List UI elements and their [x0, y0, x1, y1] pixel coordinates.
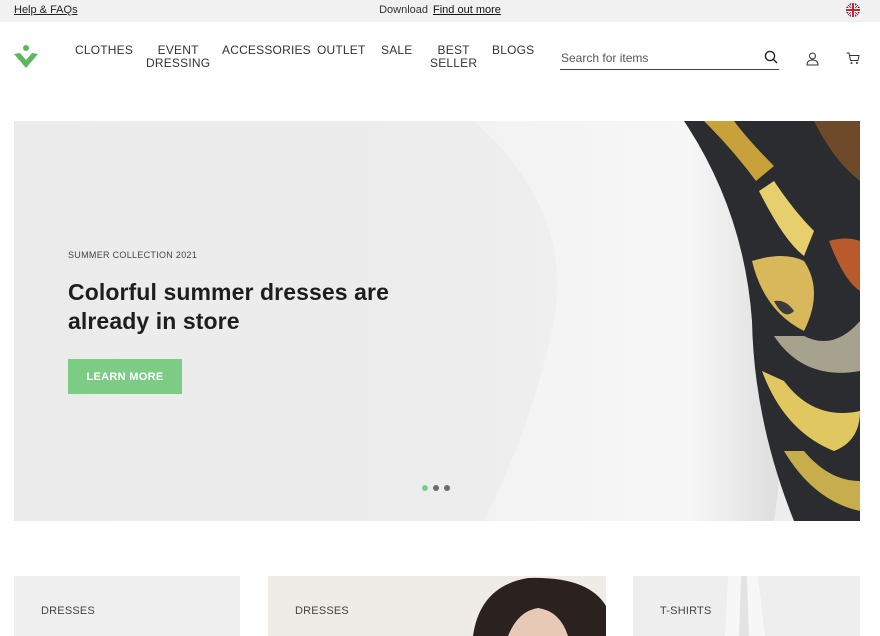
search-icon[interactable]	[764, 50, 778, 64]
logo-icon[interactable]	[13, 44, 39, 70]
download-banner: Download Find out more	[0, 4, 880, 16]
nav-label: DRESSING	[146, 56, 211, 70]
category-card-dresses[interactable]: DRESSES	[14, 576, 240, 636]
top-bar: Help & FAQs Download Find out more	[0, 0, 880, 22]
nav-item-outlet[interactable]: OUTLET	[317, 44, 366, 57]
nav-label: ACCESSORIES	[222, 43, 311, 57]
cart-icon[interactable]	[846, 52, 860, 65]
nav-label: BLOGS	[492, 43, 535, 57]
nav-label: SALE	[381, 43, 413, 57]
nav-item-clothes[interactable]: CLOTHES	[75, 44, 133, 57]
category-card-dresses[interactable]: DRESSES	[268, 576, 606, 636]
category-label: DRESSES	[41, 605, 95, 617]
search-input[interactable]	[560, 47, 750, 69]
carousel-dot[interactable]	[444, 485, 450, 491]
uk-flag-icon[interactable]	[846, 3, 860, 17]
nav-item-best-seller[interactable]: BEST SELLER	[430, 44, 477, 70]
learn-more-button[interactable]: LEARN MORE	[68, 359, 182, 394]
nav-item-accessories[interactable]: ACCESSORIES	[222, 44, 311, 57]
carousel-dot[interactable]	[433, 485, 439, 491]
nav-label: CLOTHES	[75, 43, 134, 57]
category-label: DRESSES	[295, 605, 349, 617]
nav-label: OUTLET	[317, 43, 366, 57]
user-icon[interactable]	[806, 52, 819, 66]
nav-label: SELLER	[430, 56, 478, 70]
hero-headline: Colorful summer dresses are already in s…	[68, 279, 389, 334]
hero-eyebrow: SUMMER COLLECTION 2021	[68, 250, 198, 260]
category-label: T-SHIRTS	[660, 605, 712, 617]
nav-item-event-dressing[interactable]: EVENT DRESSING	[146, 44, 210, 70]
hero-banner: SUMMER COLLECTION 2021 Colorful summer d…	[14, 121, 860, 521]
search-bar	[560, 47, 779, 70]
find-out-more-link[interactable]: Find out more	[433, 4, 501, 16]
category-card-t-shirts[interactable]: T-SHIRTS	[633, 576, 860, 636]
download-text: Download	[379, 4, 429, 16]
carousel-dot-active[interactable]	[422, 485, 428, 491]
nav-item-sale[interactable]: SALE	[381, 44, 413, 57]
nav-item-blogs[interactable]: BLOGS	[492, 44, 534, 57]
